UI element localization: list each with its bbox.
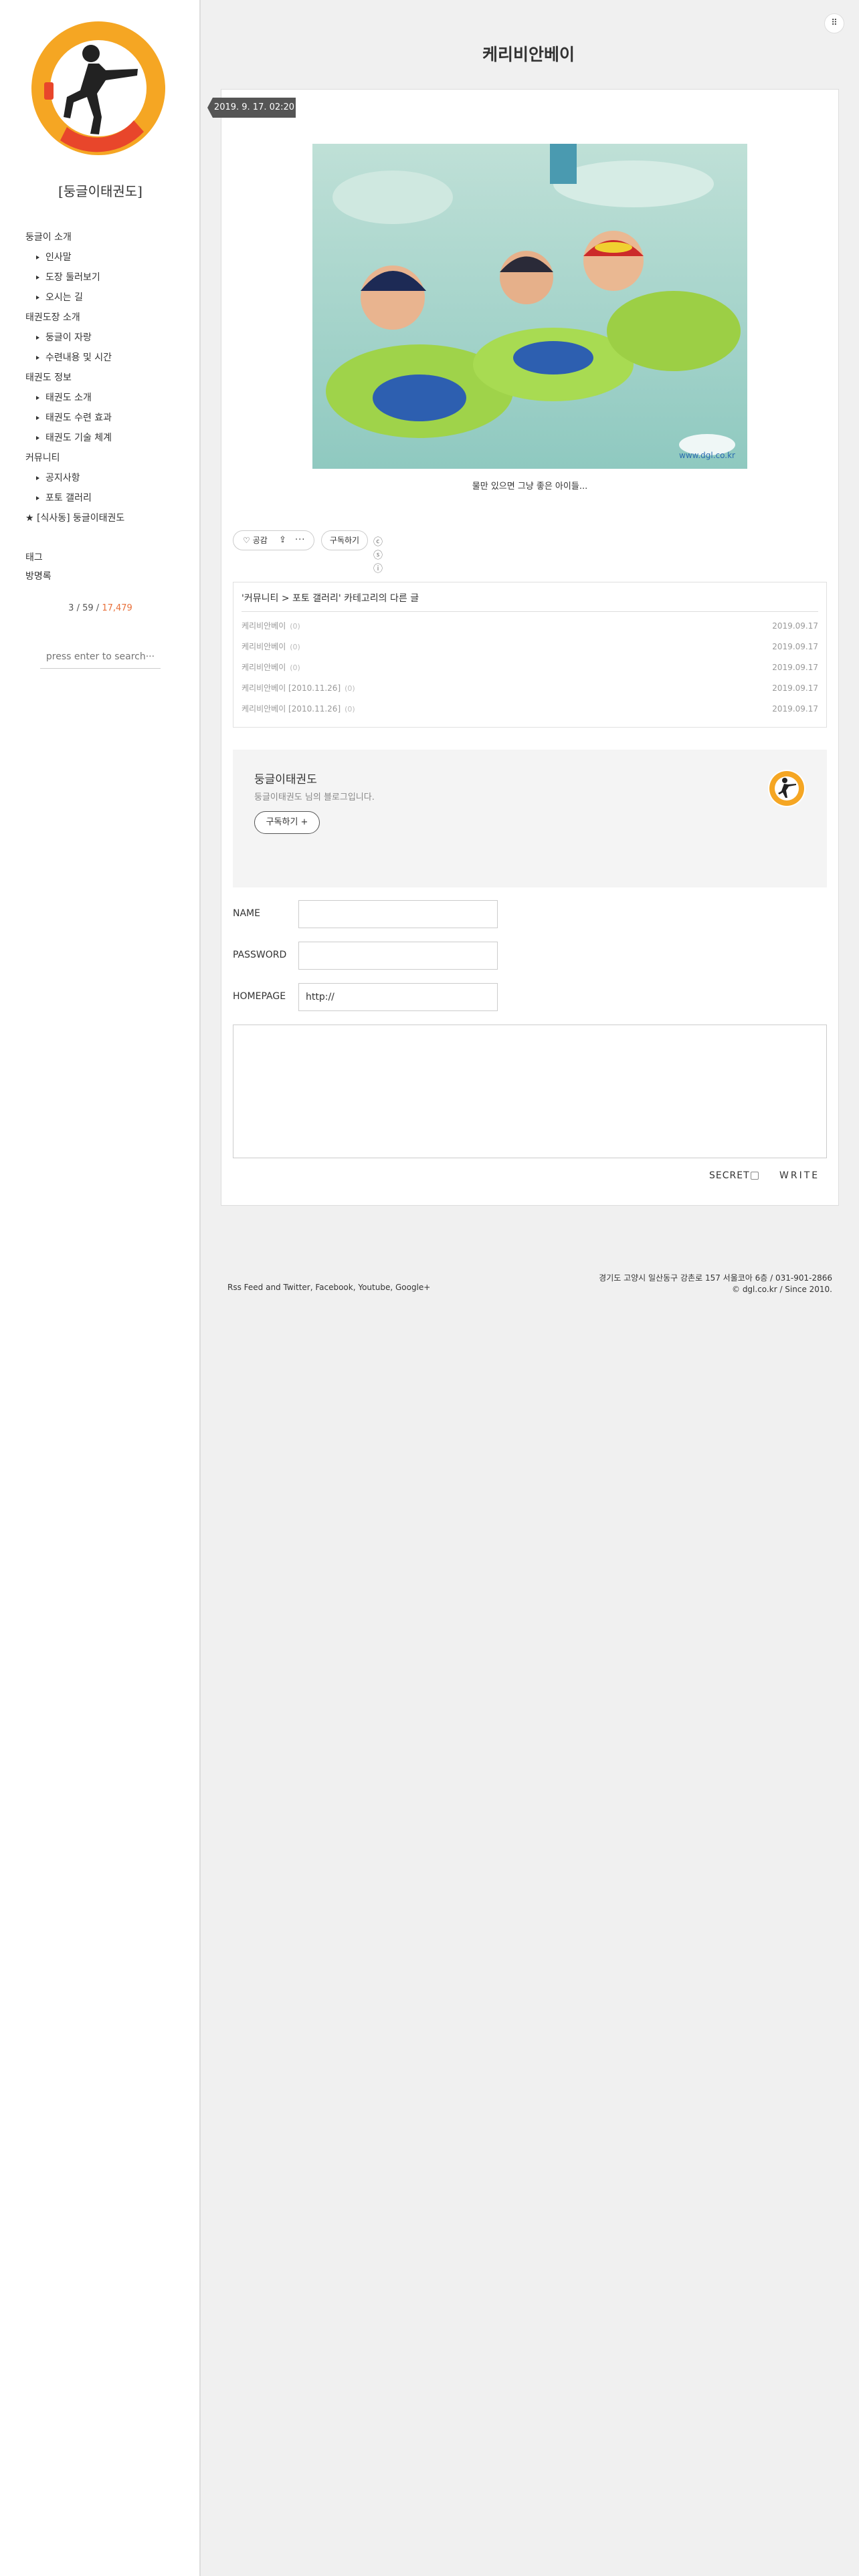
side-links: 태그 방명록 xyxy=(25,548,52,586)
menu-item[interactable]: 태권도 수련 효과 xyxy=(25,408,193,428)
blog-logo[interactable] xyxy=(27,17,171,160)
photo-watermark: www.dgl.co.kr xyxy=(679,451,735,460)
menu-item[interactable]: 둥글이 자랑 xyxy=(25,328,193,348)
menu-icon[interactable]: ⠿ xyxy=(824,13,844,33)
homepage-field[interactable] xyxy=(298,983,498,1011)
footer-copyright: © dgl.co.kr / Since 2010. xyxy=(732,1285,832,1294)
menu-item[interactable]: 태권도 기술 체계 xyxy=(25,428,193,448)
related-item-count: (0) xyxy=(290,622,300,631)
menu-item[interactable]: 커뮤니티 xyxy=(25,448,193,468)
related-item-title[interactable]: 케리비안베이 xyxy=(242,642,286,651)
name-label: NAME xyxy=(233,908,260,919)
more-icon[interactable]: ··· xyxy=(295,531,305,550)
blog-profile: 둥글이태권도 둥글이태권도 님의 블로그입니다. 구독하기 + xyxy=(233,750,827,887)
related-item-title[interactable]: 케리비안베이 xyxy=(242,621,286,631)
related-item-date: 2019.09.17 xyxy=(772,642,818,651)
secret-label: SECRET xyxy=(709,1170,750,1181)
menu-item[interactable]: 수련내용 및 시간 xyxy=(25,348,193,368)
profile-name[interactable]: 둥글이태권도 xyxy=(254,770,317,786)
visitor-counter: 3 / 59 / 17,479 xyxy=(0,603,201,613)
share-icon[interactable]: ⇪ xyxy=(279,531,286,550)
related-item[interactable]: 케리비안베이 (0) 2019.09.17 xyxy=(242,637,818,657)
guestbook-link[interactable]: 방명록 xyxy=(25,567,52,586)
related-item[interactable]: 케리비안베이 [2010.11.26] (0) 2019.09.17 xyxy=(242,699,818,720)
related-item-date: 2019.09.17 xyxy=(772,683,818,693)
footer-info: 경기도 고양시 일산동구 강촌로 157 서울코아 6층 / 031-901-2… xyxy=(529,1273,832,1295)
name-row: NAME xyxy=(233,900,514,930)
tag-link[interactable]: 태그 xyxy=(25,548,52,567)
footer-links[interactable]: Rss Feed and Twitter, Facebook, Youtube,… xyxy=(227,1283,430,1292)
menu-item[interactable]: 오시는 길 xyxy=(25,288,193,308)
related-item-count: (0) xyxy=(345,684,355,693)
menu-item[interactable]: ★ [식사동] 둥글이태권도 xyxy=(25,508,193,528)
password-row: PASSWORD xyxy=(233,942,514,971)
related-item-count: (0) xyxy=(345,705,355,714)
menu-item[interactable]: 태권도 정보 xyxy=(25,368,193,388)
counter-yesterday: 59 xyxy=(82,603,94,613)
profile-avatar[interactable] xyxy=(768,770,805,807)
related-item-title[interactable]: 케리비안베이 [2010.11.26] xyxy=(242,683,341,693)
footer-address: 경기도 고양시 일산동구 강촌로 157 서울코아 6층 / 031-901-2… xyxy=(599,1273,832,1283)
menu-item[interactable]: 둥글이 소개 xyxy=(25,227,193,247)
related-item[interactable]: 케리비안베이 (0) 2019.09.17 xyxy=(242,657,818,678)
name-field[interactable] xyxy=(298,900,498,928)
related-posts: '커뮤니티 > 포토 갤러리' 카테고리의 다른 글 케리비안베이 (0) 2019… xyxy=(233,582,827,728)
blog-name[interactable]: [둥글이태권도] xyxy=(0,181,201,200)
related-item[interactable]: 케리비안베이 [2010.11.26] (0) 2019.09.17 xyxy=(242,678,818,699)
like-label: 공감 xyxy=(252,536,268,545)
like-button[interactable]: ♡ 공감 ⇪ ··· xyxy=(233,530,314,550)
category-menu: 둥글이 소개 인사말 도장 둘러보기 오시는 길 태권도장 소개 둥글이 자랑 … xyxy=(25,227,193,528)
related-item-date: 2019.09.17 xyxy=(772,621,818,631)
photo-caption: 물만 있으면 그냥 좋은 아이들... xyxy=(472,481,588,492)
related-item-date: 2019.09.17 xyxy=(772,704,818,714)
comment-textarea[interactable] xyxy=(233,1025,827,1158)
counter-total: 17,479 xyxy=(102,603,132,613)
heart-icon: ♡ xyxy=(243,536,250,545)
homepage-row: HOMEPAGE xyxy=(233,983,514,1012)
post-date: 2019. 9. 17. 02:20 xyxy=(207,98,296,118)
menu-item[interactable]: 인사말 xyxy=(25,247,193,267)
related-item[interactable]: 케리비안베이 (0) 2019.09.17 xyxy=(242,616,818,637)
post-title: 케리비안베이 xyxy=(482,45,575,64)
related-item-title[interactable]: 케리비안베이 [2010.11.26] xyxy=(242,704,341,714)
search-input[interactable] xyxy=(40,645,161,669)
related-item-count: (0) xyxy=(290,643,300,651)
menu-item[interactable]: 태권도장 소개 xyxy=(25,308,193,328)
counter-separator: / xyxy=(74,603,83,613)
menu-item[interactable]: 태권도 소개 xyxy=(25,388,193,408)
sidebar: [둥글이태권도] 둥글이 소개 인사말 도장 둘러보기 오시는 길 태권도장 소… xyxy=(0,0,201,2576)
cc-license-icon: ⓒ ⓢ ⓘ xyxy=(373,537,384,574)
profile-desc: 둥글이태권도 님의 블로그입니다. xyxy=(254,792,375,802)
write-button[interactable]: WRITE xyxy=(779,1170,820,1181)
password-label: PASSWORD xyxy=(233,950,287,960)
secret-checkbox[interactable] xyxy=(750,1172,759,1180)
menu-item[interactable]: 도장 둘러보기 xyxy=(25,267,193,288)
related-title: '커뮤니티 > 포토 갤러리' 카테고리의 다른 글 xyxy=(242,582,818,612)
related-item-date: 2019.09.17 xyxy=(772,663,818,672)
menu-item[interactable]: 공지사항 xyxy=(25,468,193,488)
password-field[interactable] xyxy=(298,942,498,970)
post-photo: www.dgl.co.kr xyxy=(312,144,747,469)
related-item-title[interactable]: 케리비안베이 xyxy=(242,663,286,672)
counter-separator: / xyxy=(93,603,102,613)
subscribe-button[interactable]: 구독하기 xyxy=(321,530,368,550)
profile-subscribe-button[interactable]: 구독하기 + xyxy=(254,811,320,834)
menu-item[interactable]: 포토 갤러리 xyxy=(25,488,193,508)
secret-toggle[interactable]: SECRET xyxy=(709,1170,759,1181)
related-item-count: (0) xyxy=(290,663,300,672)
homepage-label: HOMEPAGE xyxy=(233,991,286,1002)
